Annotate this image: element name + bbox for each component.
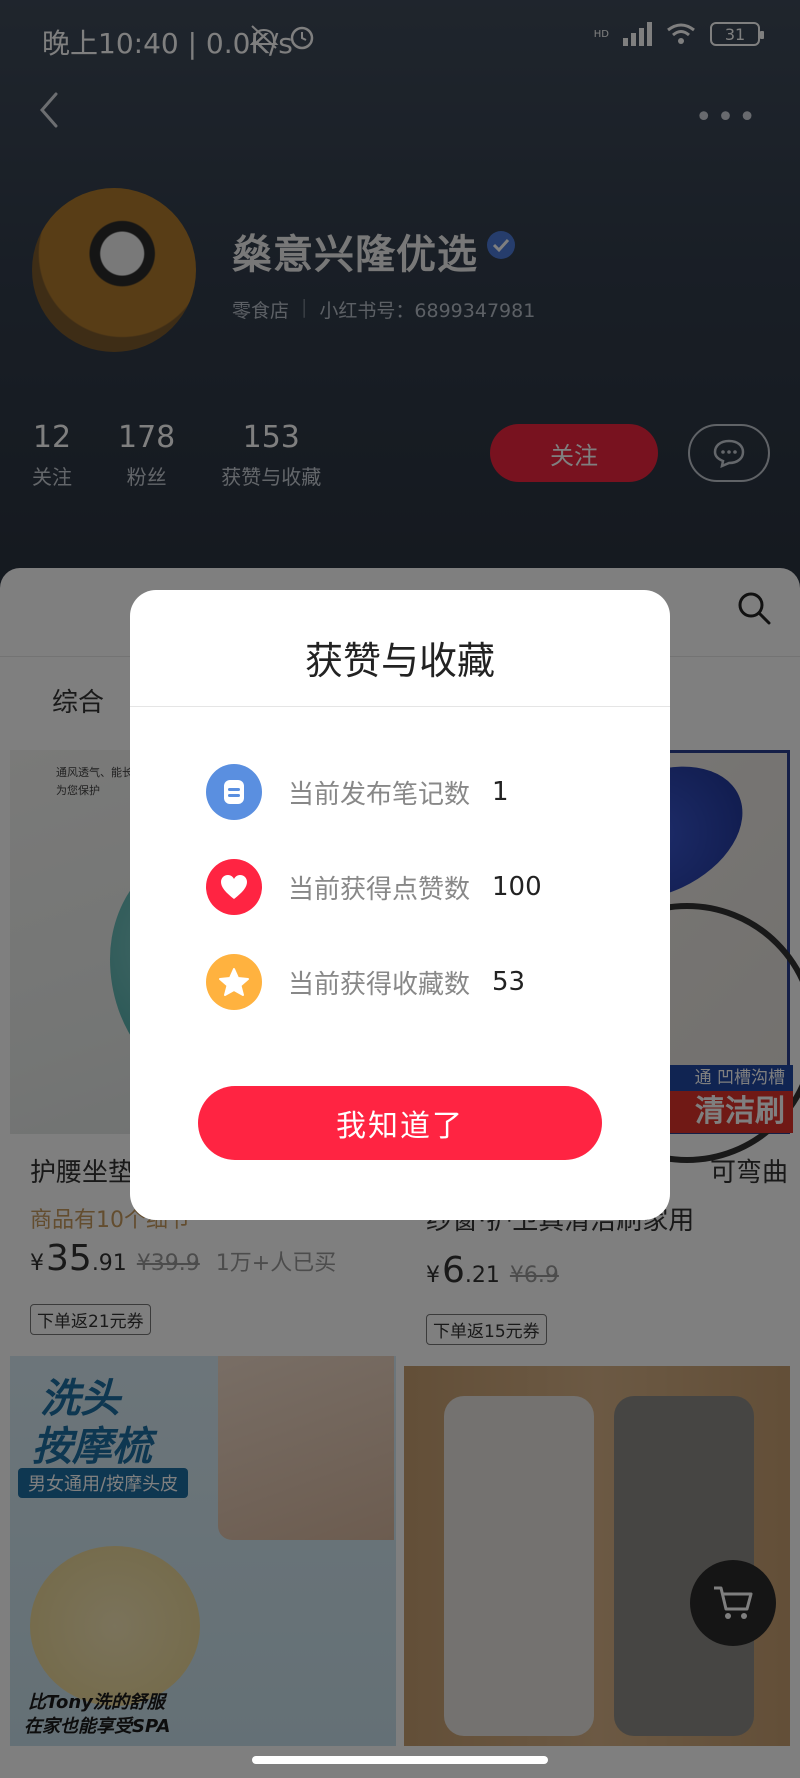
got-it-button[interactable]: 我知道了 (198, 1086, 602, 1160)
notes-count-row: 当前发布笔记数 1 (206, 764, 509, 820)
star-icon (206, 954, 262, 1010)
note-icon (206, 764, 262, 820)
dialog-divider (130, 706, 670, 707)
likes-collects-dialog: 获赞与收藏 当前发布笔记数 1 当前获得点赞数 100 当前获得收藏数 53 我… (130, 590, 670, 1220)
likes-count-label: 当前获得点赞数 (288, 874, 471, 905)
home-indicator[interactable] (252, 1756, 548, 1764)
notes-count-value: 1 (492, 777, 509, 807)
heart-icon (206, 859, 262, 915)
collects-count-row: 当前获得收藏数 53 (206, 954, 525, 1010)
dialog-title: 获赞与收藏 (304, 639, 495, 683)
notes-count-label: 当前发布笔记数 (288, 779, 471, 810)
collects-count-value: 53 (492, 967, 526, 997)
likes-count-row: 当前获得点赞数 100 (206, 859, 542, 915)
likes-count-value: 100 (492, 872, 542, 902)
collects-count-label: 当前获得收藏数 (288, 969, 471, 1000)
